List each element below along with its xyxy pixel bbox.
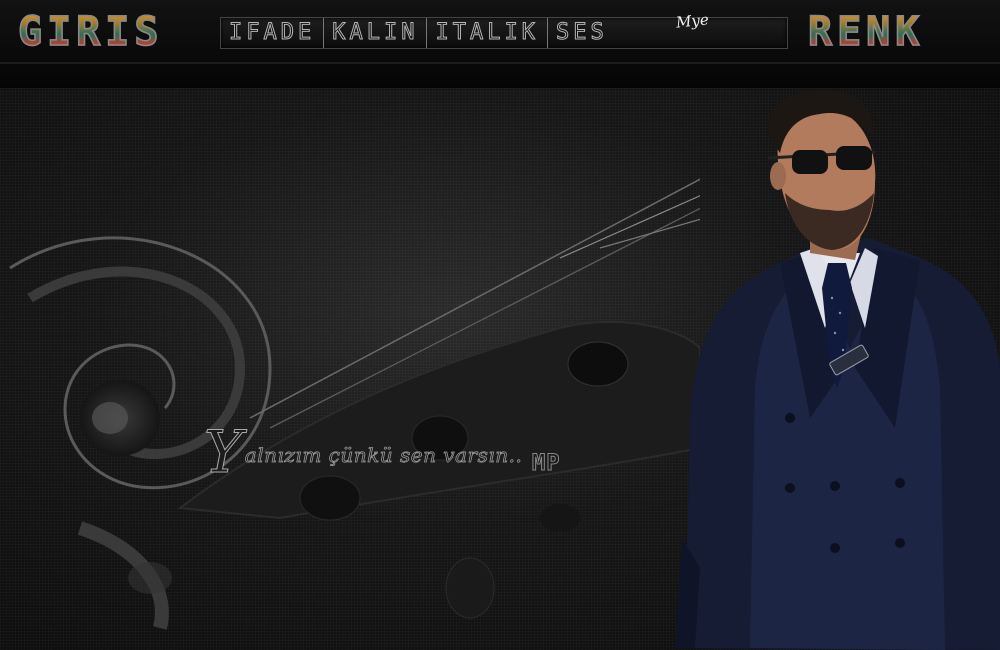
giris-button[interactable]: GIRIS: [17, 9, 163, 55]
quote-text: alnızım çünkü sen varsın..: [244, 443, 523, 468]
top-toolbar: GIRIS IFADE KALIN ITALIK SES Mye RENK: [0, 0, 1000, 89]
renk-button[interactable]: RENK: [807, 9, 924, 55]
menu-item-kalin[interactable]: KALIN: [324, 18, 428, 48]
script-quote: Yalnızım çünkü sen varsın..: [204, 418, 523, 487]
menu-item-ifade[interactable]: IFADE: [221, 18, 325, 48]
menu-item-italik[interactable]: ITALIK: [427, 18, 548, 48]
banner-stage: Yalnızım çünkü sen varsın.. MP: [0, 88, 1000, 650]
author-mark: MP: [532, 451, 561, 477]
quote-initial: Y: [204, 418, 243, 487]
man-in-suit-photo: [675, 89, 1000, 650]
violin-background-image: [9, 178, 700, 630]
menu-item-ses[interactable]: SES: [548, 18, 616, 48]
signature-logo: Mye: [675, 10, 710, 32]
